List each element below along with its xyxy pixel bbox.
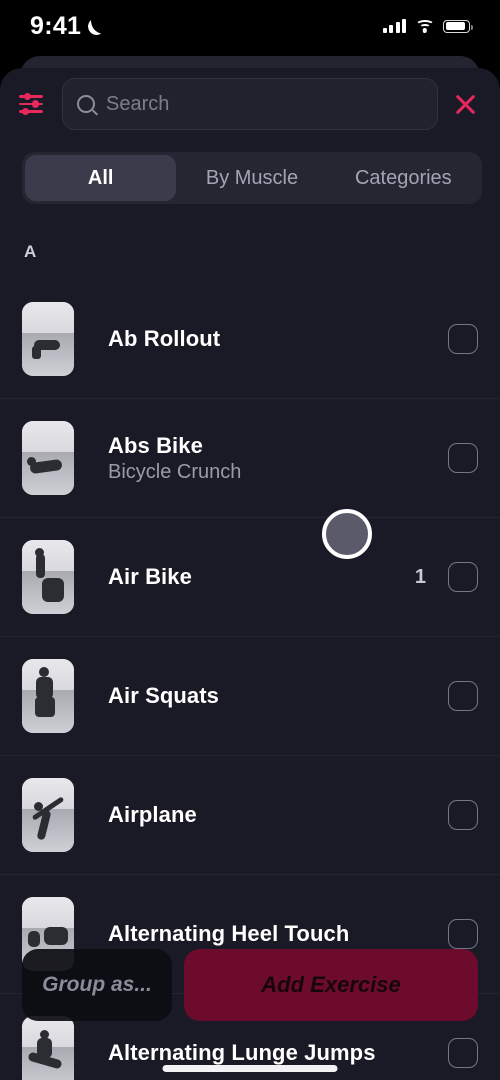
- exercise-text: Airplane: [108, 802, 426, 828]
- tab-all[interactable]: All: [25, 155, 177, 201]
- status-bar-right: [382, 19, 473, 33]
- exercise-thumbnail: [22, 421, 74, 495]
- tabs-container: All By Muscle Categories: [22, 152, 482, 204]
- exercise-title: Airplane: [108, 802, 197, 827]
- tab-by-muscle[interactable]: By Muscle: [176, 155, 327, 201]
- add-exercise-button[interactable]: Add Exercise: [184, 949, 478, 1021]
- filter-button[interactable]: [8, 81, 54, 127]
- exercise-text: Air Squats: [108, 683, 426, 709]
- exercise-thumbnail: [22, 778, 74, 852]
- exercise-count: 1: [414, 565, 426, 588]
- exercise-title: Air Bike: [108, 564, 192, 589]
- tab-categories[interactable]: Categories: [328, 155, 479, 201]
- bottom-action-bar: Group as... Add Exercise: [0, 949, 500, 1021]
- list-item[interactable]: Abs Bike Bicycle Crunch: [0, 399, 500, 518]
- search-icon: [77, 95, 95, 113]
- status-time: 9:41: [30, 11, 82, 40]
- exercise-checkbox[interactable]: [448, 324, 478, 354]
- exercise-text: Abs Bike Bicycle Crunch: [108, 433, 426, 484]
- exercise-title: Alternating Heel Touch: [108, 921, 350, 946]
- exercise-title: Ab Rollout: [108, 326, 221, 351]
- exercise-title: Abs Bike: [108, 432, 203, 458]
- exercise-checkbox[interactable]: [448, 919, 478, 949]
- close-icon[interactable]: [446, 85, 484, 123]
- section-header-letter: A: [24, 242, 37, 261]
- list-item[interactable]: Airplane: [0, 756, 500, 875]
- cellular-signal-icon: [382, 19, 406, 33]
- exercise-checkbox[interactable]: [448, 443, 478, 473]
- exercise-checkbox[interactable]: [448, 562, 478, 592]
- exercise-checkbox[interactable]: [448, 1038, 478, 1068]
- home-indicator: [162, 1065, 338, 1072]
- exercise-thumbnail: [22, 659, 74, 733]
- cursor-pointer: [322, 509, 372, 559]
- exercise-title: Alternating Lunge Jumps: [108, 1040, 376, 1065]
- exercise-title: Air Squats: [108, 683, 220, 708]
- crescent-moon-icon: [88, 18, 105, 35]
- list-item[interactable]: Ab Rollout: [0, 280, 500, 399]
- search-row: [0, 68, 500, 140]
- exercise-subtitle: Bicycle Crunch: [108, 460, 242, 483]
- status-bar-left: 9:41: [30, 12, 105, 41]
- wifi-icon: [415, 19, 434, 33]
- exercise-picker-sheet: All By Muscle Categories A Ab Rollout: [0, 68, 500, 1080]
- group-as-button[interactable]: Group as...: [22, 949, 172, 1021]
- list-item[interactable]: Air Squats: [0, 637, 500, 756]
- battery-icon: [443, 19, 473, 33]
- segmented-control: All By Muscle Categories: [22, 152, 482, 204]
- sliders-filter-icon: [19, 92, 43, 116]
- exercise-checkbox[interactable]: [448, 681, 478, 711]
- status-bar: 9:41: [0, 0, 500, 56]
- list-item[interactable]: Air Bike 1: [0, 518, 500, 637]
- exercise-thumbnail: [22, 540, 74, 614]
- search-input[interactable]: [106, 92, 423, 116]
- exercise-thumbnail: [22, 1016, 74, 1080]
- exercise-text: Alternating Heel Touch: [108, 921, 426, 947]
- exercise-text: Alternating Lunge Jumps: [108, 1040, 426, 1066]
- exercise-checkbox[interactable]: [448, 800, 478, 830]
- search-box[interactable]: [62, 78, 438, 130]
- exercise-text: Ab Rollout: [108, 326, 426, 352]
- exercise-text: Air Bike: [108, 564, 415, 590]
- exercise-thumbnail: [22, 302, 74, 376]
